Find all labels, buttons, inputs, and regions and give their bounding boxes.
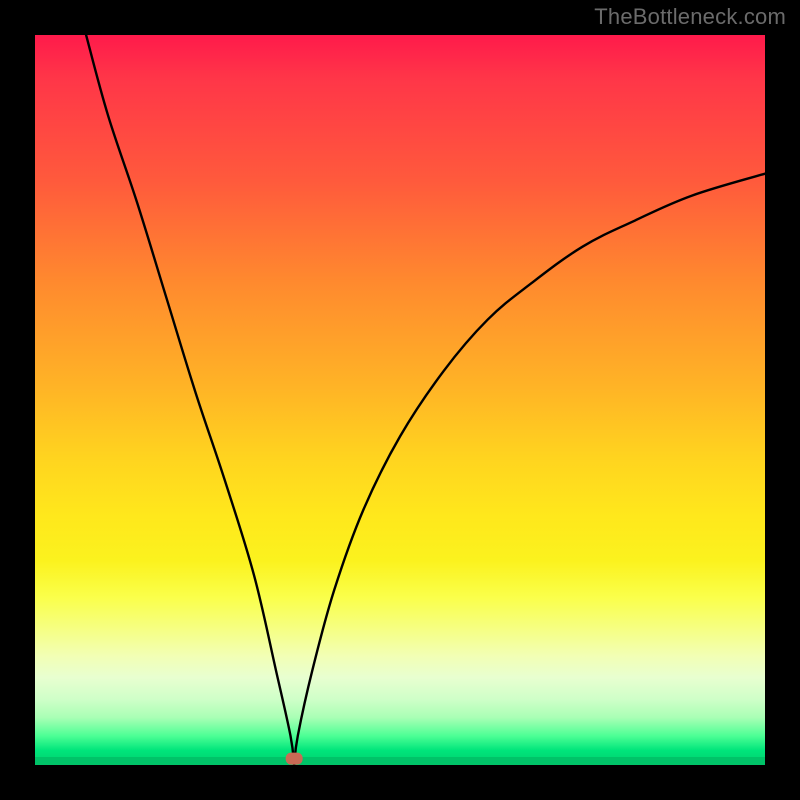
minimum-marker bbox=[286, 753, 302, 764]
plot-area bbox=[35, 35, 765, 765]
watermark-text: TheBottleneck.com bbox=[594, 4, 786, 30]
bottleneck-curve bbox=[86, 35, 765, 765]
chart-frame: TheBottleneck.com bbox=[0, 0, 800, 800]
chart-svg bbox=[35, 35, 765, 765]
